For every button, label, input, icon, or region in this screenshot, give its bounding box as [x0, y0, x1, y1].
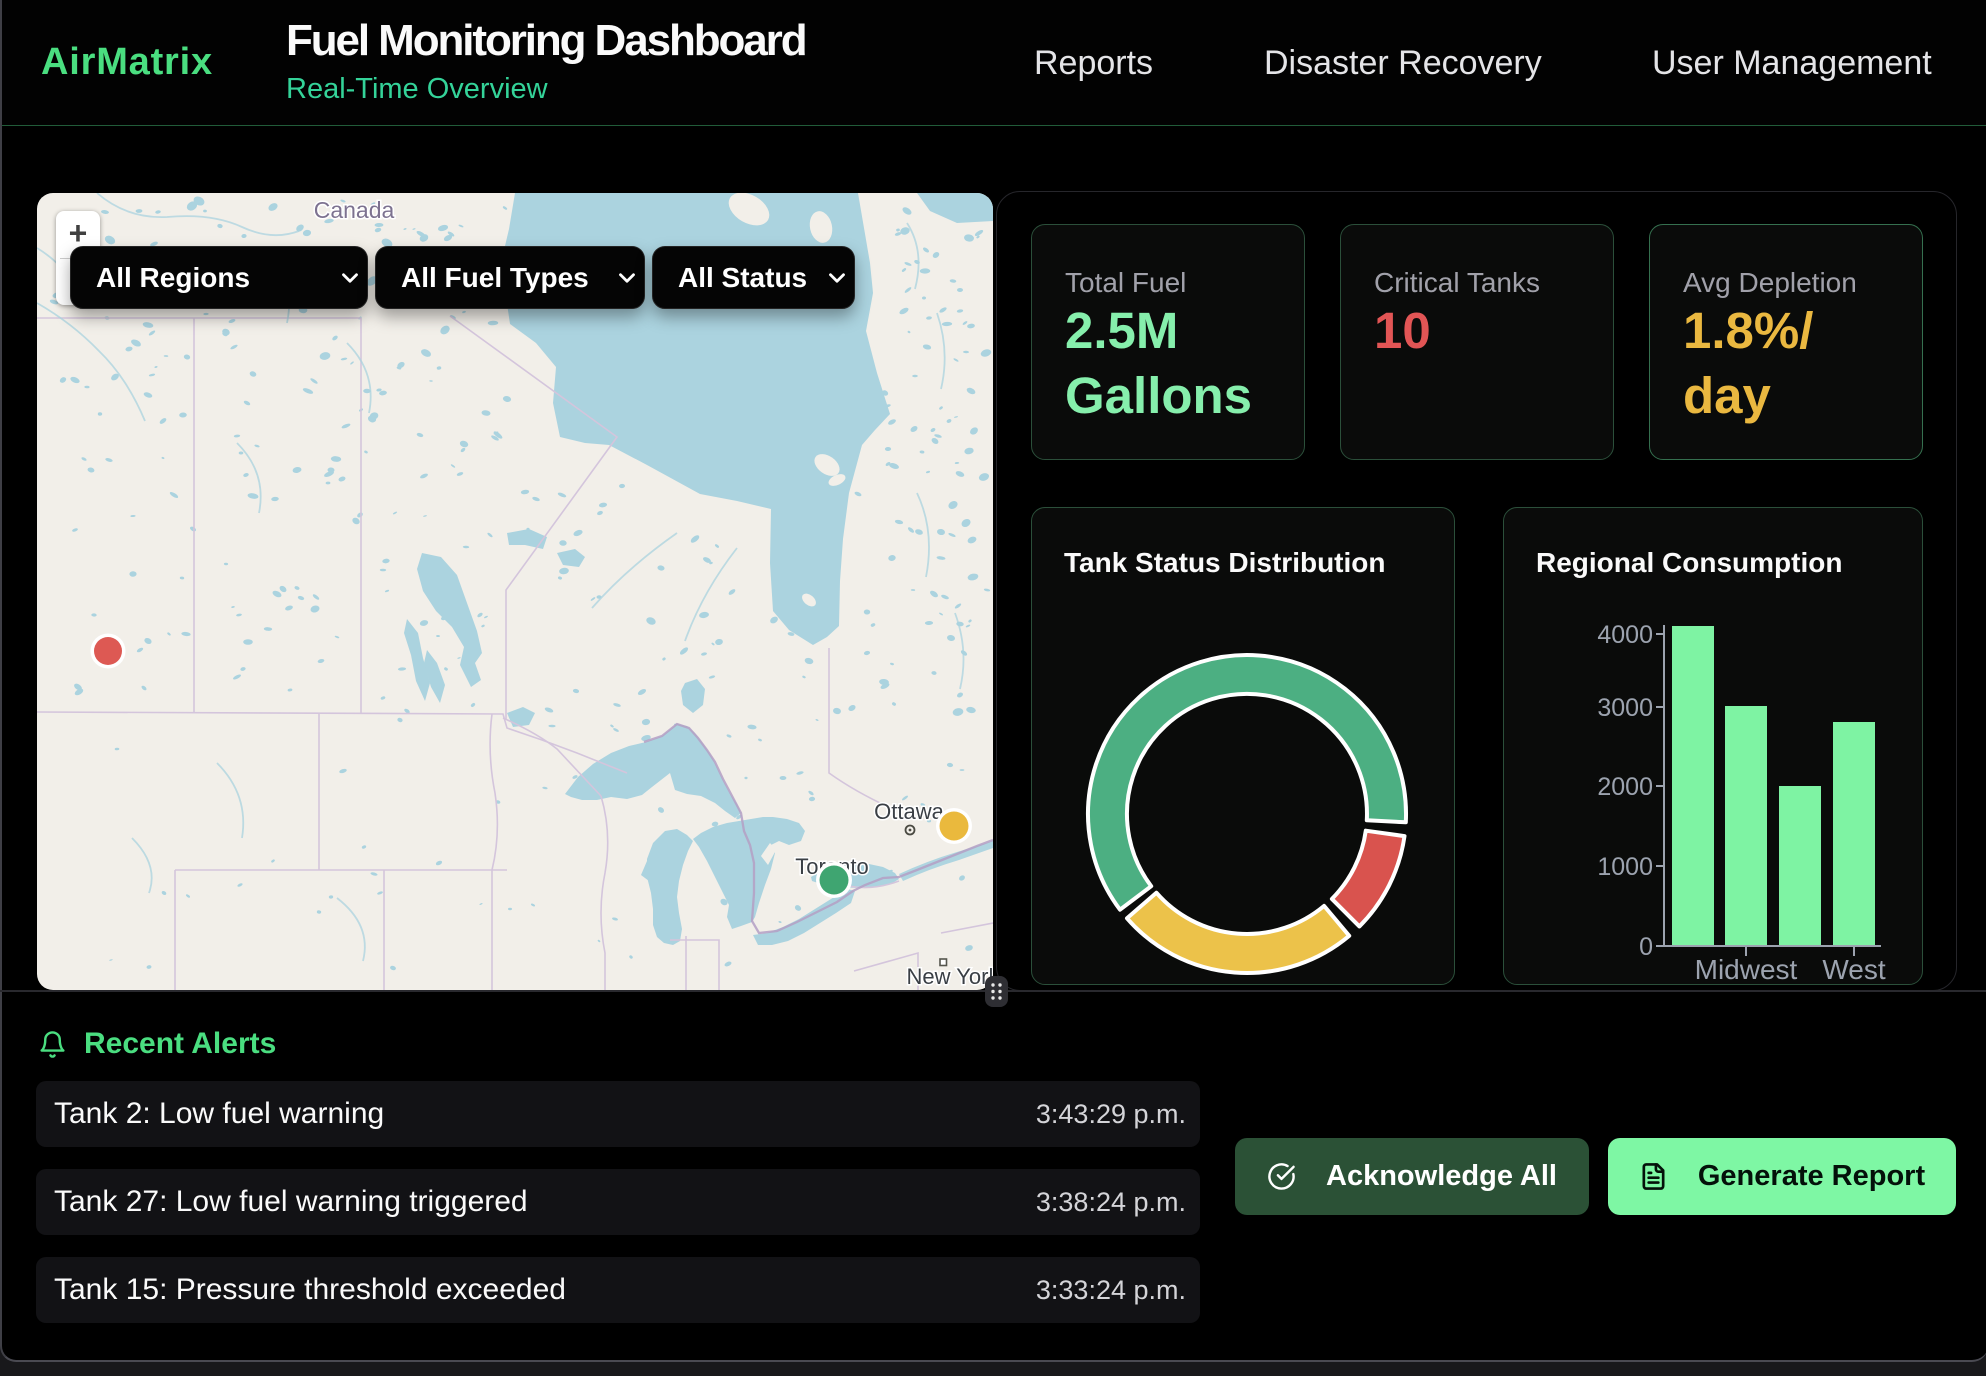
svg-text:0: 0 — [1639, 933, 1653, 961]
svg-text:4000: 4000 — [1597, 621, 1653, 649]
svg-text:Midwest: Midwest — [1695, 954, 1798, 985]
svg-text:West: West — [1822, 954, 1885, 985]
svg-text:1000: 1000 — [1597, 853, 1653, 881]
svg-text:Canada: Canada — [314, 197, 395, 223]
svg-text:3000: 3000 — [1597, 694, 1653, 722]
svg-text:New York: New York — [907, 964, 993, 989]
svg-text:Ottawa: Ottawa — [874, 799, 944, 824]
svg-text:2000: 2000 — [1597, 773, 1653, 801]
